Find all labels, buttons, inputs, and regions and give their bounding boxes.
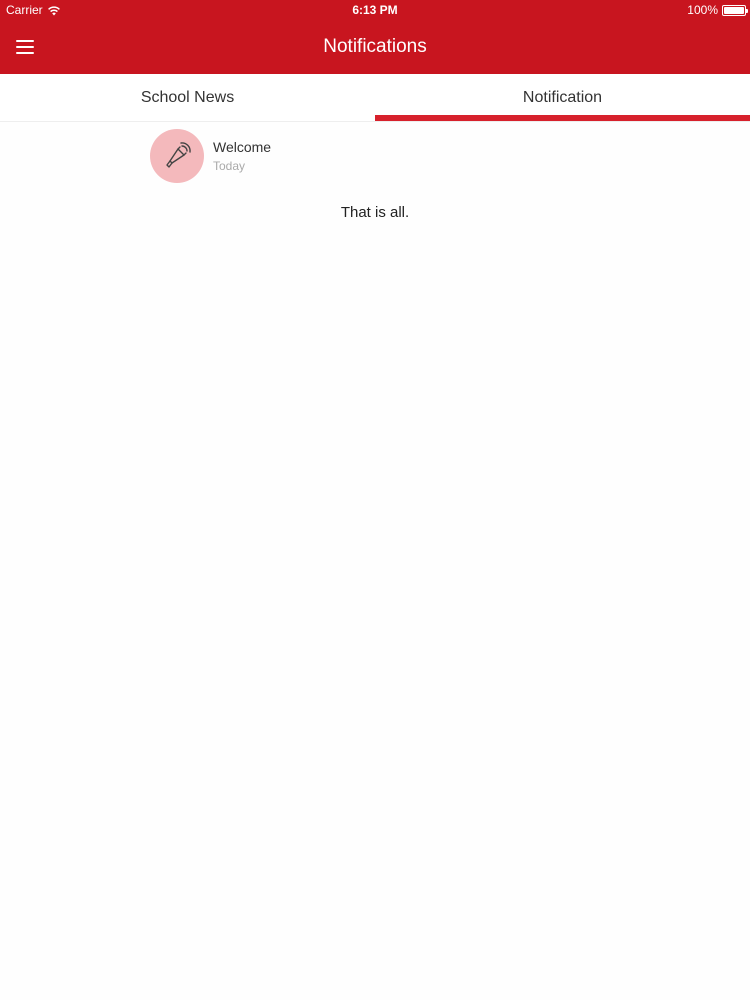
notification-item[interactable]: Welcome Today (150, 128, 450, 184)
battery-percent: 100% (687, 3, 718, 17)
notification-date: Today (213, 159, 246, 173)
app-header: Carrier 6:13 PM 100% Notifications (0, 0, 750, 74)
status-time: 6:13 PM (352, 3, 398, 17)
notification-text: Welcome Today (213, 139, 271, 173)
battery-icon (722, 4, 748, 16)
tab-notification-label: Notification (522, 88, 603, 106)
active-tab-indicator (375, 115, 750, 121)
tab-notification[interactable]: Notification (375, 74, 750, 121)
notification-title: Welcome (213, 139, 272, 155)
megaphone-icon (166, 142, 191, 168)
notification-list: Welcome Today That is all. (0, 122, 750, 1000)
tab-school-news-label: School News (140, 88, 235, 106)
tab-bar: School News Notification (0, 74, 750, 122)
page-title: Notifications (323, 36, 427, 57)
end-of-list-message: That is all. (340, 204, 410, 221)
battery-fill (724, 6, 744, 14)
status-bar: Carrier 6:13 PM 100% (0, 0, 750, 20)
notification-avatar (150, 129, 204, 183)
status-right: 100% (687, 3, 748, 17)
tab-school-news[interactable]: School News (0, 74, 375, 121)
